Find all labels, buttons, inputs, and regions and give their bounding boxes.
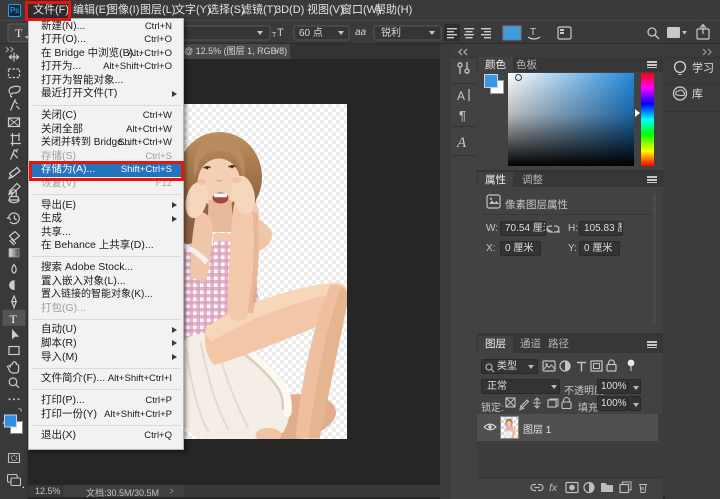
svg-text:T: T xyxy=(10,312,18,326)
svg-text:¶: ¶ xyxy=(459,108,466,123)
svg-text:锐利: 锐利 xyxy=(381,26,401,39)
svg-text:60 点: 60 点 xyxy=(299,27,323,39)
svg-text:T: T xyxy=(272,32,277,39)
svg-text:aa: aa xyxy=(355,27,367,38)
svg-text:学习: 学习 xyxy=(692,61,714,75)
svg-text:T: T xyxy=(530,27,536,38)
svg-text:T: T xyxy=(15,26,23,40)
svg-text:T: T xyxy=(277,27,284,39)
svg-text:A: A xyxy=(456,135,467,151)
svg-text:fx: fx xyxy=(549,482,558,494)
svg-text:A: A xyxy=(457,89,465,103)
svg-text:库: 库 xyxy=(692,88,703,101)
